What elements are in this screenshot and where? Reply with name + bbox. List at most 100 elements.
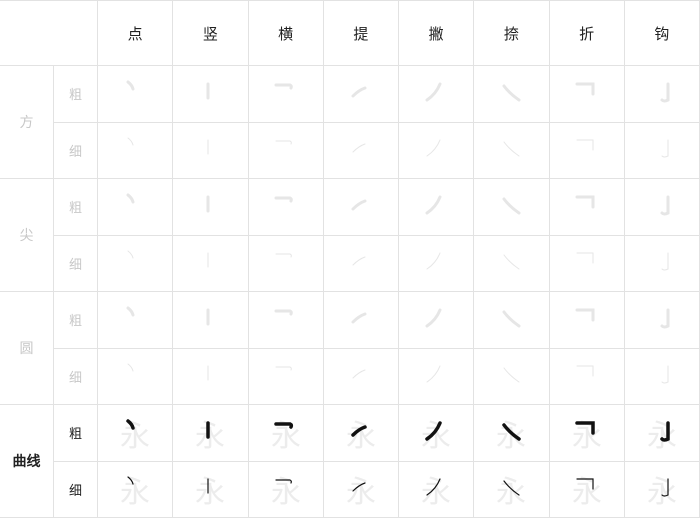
weight-label-cell: 粗 bbox=[54, 292, 98, 349]
stroke-path bbox=[661, 139, 669, 158]
stroke-sample-gou[interactable] bbox=[624, 122, 700, 179]
stroke-sample-na[interactable]: 永 bbox=[474, 461, 550, 518]
weight-label: 细 bbox=[68, 483, 82, 499]
stroke-sample-na[interactable] bbox=[474, 292, 550, 349]
stroke-sample-gou[interactable] bbox=[624, 179, 700, 236]
stroke-sample-na[interactable] bbox=[474, 179, 550, 236]
stroke-glyph-icon: 永 bbox=[421, 419, 451, 453]
stroke-sample-heng[interactable] bbox=[248, 179, 324, 236]
stroke-glyph-icon bbox=[275, 140, 292, 145]
stroke-path bbox=[274, 196, 293, 203]
stroke-sample-na[interactable] bbox=[474, 235, 550, 292]
col-header-label: 竖 bbox=[202, 24, 218, 43]
stroke-sample-zhe[interactable] bbox=[549, 235, 625, 292]
stroke-path bbox=[426, 365, 441, 383]
stroke-path bbox=[661, 365, 669, 384]
stroke-sample-ti[interactable] bbox=[323, 179, 399, 236]
stroke-sample-ti[interactable]: 永 bbox=[323, 405, 399, 462]
stroke-sample-na[interactable] bbox=[474, 348, 550, 405]
stroke-glyph-icon bbox=[660, 195, 670, 216]
weight-label-cell: 细 bbox=[54, 348, 98, 405]
stroke-path bbox=[503, 141, 520, 157]
stroke-sample-pie[interactable] bbox=[399, 235, 475, 292]
stroke-glyph-icon: 永 bbox=[271, 475, 301, 509]
col-header-label: 捺 bbox=[503, 24, 519, 43]
stroke-sample-heng[interactable] bbox=[248, 348, 324, 405]
stroke-sample-gou[interactable] bbox=[624, 292, 700, 349]
stroke-sample-ti[interactable] bbox=[323, 235, 399, 292]
stroke-sample-na[interactable] bbox=[474, 122, 550, 179]
col-header-gou: 钩 bbox=[624, 0, 700, 66]
stroke-glyph-icon bbox=[274, 196, 293, 203]
stroke-sample-dian[interactable] bbox=[98, 179, 174, 236]
stroke-sample-gou[interactable] bbox=[624, 235, 700, 292]
stroke-sample-heng[interactable] bbox=[248, 66, 324, 123]
stroke-sample-pie[interactable]: 永 bbox=[399, 461, 475, 518]
stroke-sample-zhe[interactable] bbox=[549, 122, 625, 179]
stroke-sample-ti[interactable]: 永 bbox=[323, 461, 399, 518]
stroke-sample-pie[interactable]: 永 bbox=[399, 405, 475, 462]
stroke-sample-heng[interactable]: 永 bbox=[248, 461, 324, 518]
stroke-sample-dian[interactable] bbox=[98, 292, 174, 349]
stroke-sample-zhe[interactable]: 永 bbox=[549, 405, 625, 462]
stroke-sample-dian[interactable] bbox=[98, 122, 174, 179]
stroke-glyph-icon: 永 bbox=[195, 419, 225, 453]
stroke-sample-heng[interactable]: 永 bbox=[248, 405, 324, 462]
stroke-sample-dian[interactable]: 永 bbox=[98, 405, 174, 462]
stroke-sample-shu[interactable] bbox=[173, 348, 249, 405]
stroke-sample-na[interactable]: 永 bbox=[474, 405, 550, 462]
stroke-sample-shu[interactable] bbox=[173, 122, 249, 179]
stroke-sample-pie[interactable] bbox=[399, 348, 475, 405]
stroke-sample-zhe[interactable] bbox=[549, 66, 625, 123]
stroke-sample-ti[interactable] bbox=[323, 292, 399, 349]
stroke-path bbox=[575, 82, 595, 96]
stroke-path bbox=[126, 193, 135, 204]
stroke-sample-shu[interactable] bbox=[173, 292, 249, 349]
stroke-sample-dian[interactable] bbox=[98, 235, 174, 292]
stroke-sample-dian[interactable] bbox=[98, 348, 174, 405]
stroke-sample-pie[interactable] bbox=[399, 179, 475, 236]
group-label-yuan: 圆 bbox=[0, 292, 54, 405]
stroke-sample-pie[interactable] bbox=[399, 122, 475, 179]
stroke-sample-ti[interactable] bbox=[323, 122, 399, 179]
stroke-sample-shu[interactable] bbox=[173, 235, 249, 292]
stroke-sample-ti[interactable] bbox=[323, 66, 399, 123]
stroke-sample-gou[interactable]: 永 bbox=[624, 461, 700, 518]
stroke-sample-pie[interactable] bbox=[399, 292, 475, 349]
stroke-glyph-icon bbox=[126, 306, 135, 317]
stroke-sample-shu[interactable] bbox=[173, 179, 249, 236]
stroke-sample-na[interactable] bbox=[474, 66, 550, 123]
style-label: 方 bbox=[19, 115, 34, 131]
stroke-sample-shu[interactable] bbox=[173, 66, 249, 123]
stroke-sample-heng[interactable] bbox=[248, 235, 324, 292]
col-header-label: 横 bbox=[278, 24, 294, 43]
stroke-sample-zhe[interactable] bbox=[549, 292, 625, 349]
stroke-sample-heng[interactable] bbox=[248, 122, 324, 179]
stroke-sample-pie[interactable] bbox=[399, 66, 475, 123]
stroke-glyph-icon bbox=[274, 83, 293, 90]
col-header-na: 捺 bbox=[474, 0, 550, 66]
weight-label-cell: 粗 bbox=[54, 405, 98, 462]
stroke-sample-ti[interactable] bbox=[323, 348, 399, 405]
stroke-glyph-icon: 永 bbox=[120, 419, 150, 453]
stroke-sample-gou[interactable] bbox=[624, 348, 700, 405]
ghost-character: 永 bbox=[195, 419, 225, 453]
stroke-sample-zhe[interactable]: 永 bbox=[549, 461, 625, 518]
stroke-sample-heng[interactable] bbox=[248, 292, 324, 349]
stroke-sample-shu[interactable]: 永 bbox=[173, 405, 249, 462]
stroke-sample-zhe[interactable] bbox=[549, 179, 625, 236]
stroke-sample-gou[interactable] bbox=[624, 66, 700, 123]
stroke-glyph-icon: 永 bbox=[120, 475, 150, 509]
stroke-sample-zhe[interactable] bbox=[549, 348, 625, 405]
stroke-glyph-icon bbox=[575, 308, 595, 322]
stroke-glyph-icon: 永 bbox=[647, 475, 677, 509]
stroke-glyph-icon bbox=[575, 82, 595, 96]
ghost-character: 永 bbox=[572, 475, 602, 509]
stroke-glyph-icon: 永 bbox=[195, 475, 225, 509]
stroke-sample-dian[interactable]: 永 bbox=[98, 461, 174, 518]
stroke-sample-gou[interactable]: 永 bbox=[624, 405, 700, 462]
stroke-sample-shu[interactable]: 永 bbox=[173, 461, 249, 518]
stroke-sample-dian[interactable] bbox=[98, 66, 174, 123]
stroke-path bbox=[502, 310, 521, 328]
weight-label: 粗 bbox=[68, 314, 82, 330]
